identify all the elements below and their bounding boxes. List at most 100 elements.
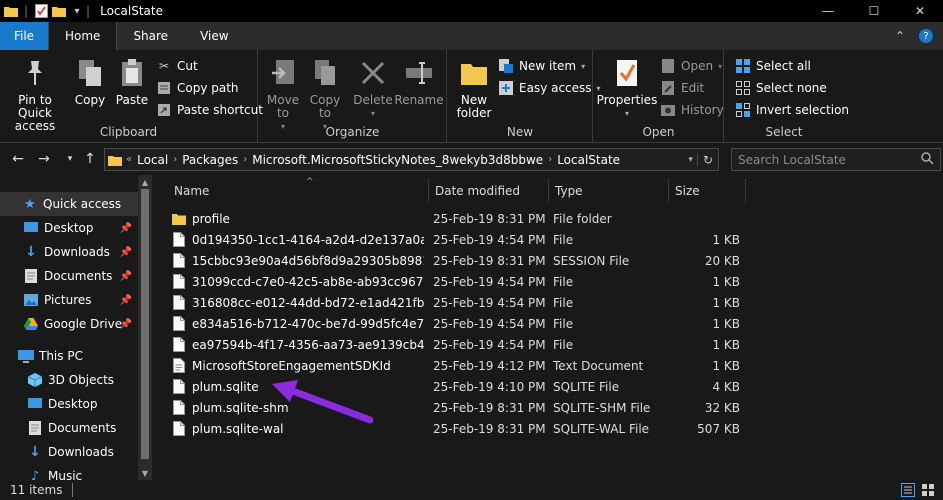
pin-icon[interactable]: 📌	[120, 247, 132, 258]
nav-item-documents-pc[interactable]: Documents	[0, 416, 138, 440]
file-name-cell[interactable]: 15cbbc93e90a4d56bf8d9a29305b8981.sto...	[172, 250, 424, 271]
open-button[interactable]: Open ▾	[660, 56, 722, 76]
help-icon[interactable]: ?	[919, 29, 933, 43]
select-all-button[interactable]: Select all	[735, 56, 811, 76]
nav-item-google-drive[interactable]: Google Drive 📌	[0, 312, 138, 336]
nav-item-desktop-pc[interactable]: Desktop	[0, 392, 138, 416]
new-item-button[interactable]: New item ▾	[498, 56, 585, 76]
documents-icon	[23, 268, 39, 284]
column-header-size[interactable]: Size	[669, 179, 746, 203]
scroll-up-arrow-icon[interactable]: ▲	[138, 175, 152, 189]
details-view-icon[interactable]	[901, 483, 915, 500]
copy-path-button[interactable]: Copy path	[156, 78, 239, 98]
invert-selection-button[interactable]: Invert selection	[735, 100, 849, 120]
nav-item-desktop[interactable]: Desktop 📌	[0, 216, 138, 240]
file-name-cell[interactable]: ea97594b-4f17-4356-aa73-ae9139cb43d	[172, 334, 424, 355]
table-row[interactable]: plum.sqlite-wal 25-Feb-19 8:31 PM SQLITE-W…	[168, 418, 768, 439]
file-name-cell[interactable]: MicrosoftStoreEngagementSDKId	[172, 355, 424, 376]
table-row[interactable]: MicrosoftStoreEngagementSDKId 25-Feb-19 4…	[168, 355, 768, 376]
table-row[interactable]: 31099ccd-c7e0-42c5-ab8e-ab93cc967527 25-F…	[168, 271, 768, 292]
paste-shortcut-button[interactable]: Paste shortcut	[156, 100, 263, 120]
folder-icon[interactable]	[4, 4, 18, 18]
pin-icon[interactable]: 📌	[120, 295, 132, 306]
nav-item-this-pc[interactable]: This PC	[0, 344, 138, 368]
properties-check-icon[interactable]	[34, 4, 48, 18]
quick-access-toolbar: | ▾	[0, 0, 84, 22]
cut-button[interactable]: ✂ Cut	[156, 56, 198, 76]
recent-locations-button[interactable]: ▾	[60, 150, 80, 168]
nav-item-music[interactable]: ♪ Music	[0, 464, 138, 481]
table-row[interactable]: 15cbbc93e90a4d56bf8d9a29305b8981.sto... 2…	[168, 250, 768, 271]
tab-view[interactable]: View	[184, 22, 244, 50]
edit-button[interactable]: Edit	[660, 78, 704, 98]
new-folder-button[interactable]: New folder	[454, 56, 494, 120]
collapse-ribbon-icon[interactable]: ⌃	[895, 29, 905, 43]
nav-item-downloads-pc[interactable]: ↓ Downloads	[0, 440, 138, 464]
nav-item-3d-objects[interactable]: 3D Objects	[0, 368, 138, 392]
history-button[interactable]: History	[660, 100, 724, 120]
tab-home[interactable]: Home	[48, 22, 118, 50]
delete-button[interactable]: Delete ▾	[353, 56, 393, 120]
file-name-cell[interactable]: 0d194350-1cc1-4164-a2d4-d2e137a0a39f	[172, 229, 424, 250]
table-row[interactable]: ea97594b-4f17-4356-aa73-ae9139cb43d 25-Fe…	[168, 334, 768, 355]
large-icons-view-icon[interactable]	[921, 483, 935, 500]
table-row[interactable]: e834a516-b712-470c-be7d-99d5fc4e7c16 25-F…	[168, 313, 768, 334]
nav-item-quick-access[interactable]: ★ Quick access	[0, 192, 138, 216]
nav-pane-scrollbar[interactable]: ▲ ▼	[138, 175, 152, 480]
breadcrumb-localstate[interactable]: LocalState	[552, 153, 625, 167]
back-button[interactable]: ←	[8, 150, 28, 168]
rename-button[interactable]: Rename	[394, 56, 444, 107]
table-row[interactable]: plum.sqlite-shm 25-Feb-19 8:31 PM SQLITE-S…	[168, 397, 768, 418]
minimize-button[interactable]: —	[805, 0, 851, 22]
column-header-date-modified[interactable]: Date modified	[429, 179, 549, 203]
close-button[interactable]: ✕	[897, 0, 943, 22]
file-name-cell[interactable]: e834a516-b712-470c-be7d-99d5fc4e7c16	[172, 313, 424, 334]
pin-icon[interactable]: 📌	[120, 223, 132, 234]
file-name-cell[interactable]: 316808cc-e012-44dd-bd72-e1ad421fb827	[172, 292, 424, 313]
column-header-name[interactable]: Name ^	[168, 177, 429, 203]
move-to-button[interactable]: Move to ▾	[265, 56, 301, 133]
address-bar[interactable]: « Local › Packages › Microsoft.Microsoft…	[104, 148, 719, 171]
pin-to-quick-access-button[interactable]: Pin to Quick access	[3, 56, 67, 133]
select-none-button[interactable]: Select none	[735, 78, 827, 98]
search-box[interactable]: Search LocalState	[731, 148, 941, 171]
nav-item-downloads[interactable]: ↓ Downloads 📌	[0, 240, 138, 264]
new-folder-label: New folder	[456, 93, 492, 120]
pin-icon[interactable]: 📌	[120, 271, 132, 282]
pin-icon[interactable]: 📌	[120, 319, 132, 330]
new-folder-icon[interactable]	[52, 4, 67, 18]
customize-qat-icon[interactable]: ▾	[70, 4, 84, 18]
tab-file[interactable]: File	[0, 22, 48, 50]
copy-button[interactable]: Copy	[72, 56, 108, 107]
search-input[interactable]: Search LocalState	[738, 153, 846, 167]
refresh-icon[interactable]: ↻	[696, 152, 718, 167]
file-date-modified: 25-Feb-19 4:54 PM	[433, 337, 546, 352]
scroll-down-arrow-icon[interactable]: ▼	[138, 466, 152, 480]
scrollbar-thumb[interactable]	[141, 189, 149, 459]
table-row[interactable]: profile 25-Feb-19 8:31 PM File folder	[168, 208, 768, 229]
maximize-button[interactable]: ☐	[851, 0, 897, 22]
table-row[interactable]: 316808cc-e012-44dd-bd72-e1ad421fb827 25-F…	[168, 292, 768, 313]
up-button[interactable]: ↑	[80, 150, 100, 168]
easy-access-button[interactable]: Easy access ▾	[498, 78, 601, 98]
copy-to-button[interactable]: Copy to ▾	[307, 56, 343, 133]
breadcrumb-local[interactable]: Local	[132, 153, 173, 167]
file-type: File	[553, 295, 574, 310]
properties-button[interactable]: Properties ▾	[597, 56, 657, 120]
paste-icon	[116, 56, 148, 90]
nav-item-pictures[interactable]: Pictures 📌	[0, 288, 138, 312]
nav-item-documents[interactable]: Documents 📌	[0, 264, 138, 288]
breadcrumb-sticky-notes[interactable]: Microsoft.MicrosoftStickyNotes_8wekyb3d8…	[247, 153, 548, 167]
table-row[interactable]: plum.sqlite 25-Feb-19 4:10 PM SQLITE File 4…	[168, 376, 768, 397]
tab-share[interactable]: Share	[117, 22, 184, 50]
file-name-cell[interactable]: 31099ccd-c7e0-42c5-ab8e-ab93cc967527	[172, 271, 424, 292]
table-row[interactable]: 0d194350-1cc1-4164-a2d4-d2e137a0a39f 25-F…	[168, 229, 768, 250]
file-name: e834a516-b712-470c-be7d-99d5fc4e7c16	[192, 316, 424, 331]
file-name-cell[interactable]: profile	[172, 208, 424, 229]
clipboard-group: Pin to Quick access Copy Paste ✂ Cut Cop…	[0, 50, 263, 143]
paste-button[interactable]: Paste	[113, 56, 151, 107]
forward-button[interactable]: →	[34, 150, 54, 168]
breadcrumb-packages[interactable]: Packages	[177, 153, 243, 167]
address-dropdown-icon[interactable]: ▾	[688, 155, 697, 165]
column-header-type[interactable]: Type	[549, 179, 669, 203]
